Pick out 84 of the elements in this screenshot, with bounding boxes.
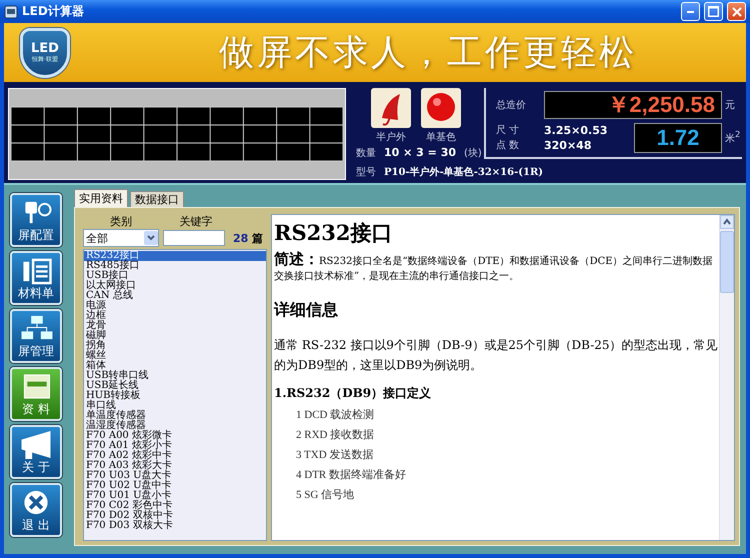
article-count: 28: [233, 232, 248, 244]
list-item[interactable]: F70 A01 炫彩小卡: [84, 441, 266, 451]
maximize-icon: [708, 6, 719, 17]
list-item[interactable]: 磁脚: [84, 331, 266, 341]
list-item[interactable]: 拐角: [84, 341, 266, 351]
keyword-label: 关键字: [178, 214, 214, 229]
price-label: 总造价: [496, 98, 527, 112]
subsection-heading: 1.RS232（DB9）接口定义: [274, 385, 432, 402]
list-item[interactable]: 温湿度传感器: [84, 421, 266, 431]
price-unit: 元: [724, 99, 736, 112]
article-paragraph: 通常 RS-232 接口以9个引脚（DB-9）或是25个引脚（DB-25）的型态出现，常见的为DB9型的，这里以DB9为例说明。: [274, 337, 719, 374]
slogan: 做屏不求人，工作更轻松: [218, 32, 638, 75]
size-label: 尺 寸: [496, 124, 520, 137]
close-icon: [732, 6, 742, 16]
category-label: 类别: [109, 214, 133, 229]
dot-button[interactable]: [421, 88, 461, 128]
section-heading: 详细信息: [274, 300, 339, 321]
list-item[interactable]: CAN 总线: [84, 291, 266, 301]
list-item[interactable]: F70 D03 双核大卡: [84, 521, 266, 531]
quantity-value: 10 × 3 = 30: [384, 146, 456, 159]
model-value: P10-半户外-单基色-32×16-(1R): [384, 165, 543, 178]
nav-button[interactable]: 资 料: [10, 367, 62, 421]
app-icon: [4, 4, 18, 18]
price-display: ￥2,250.58: [544, 91, 722, 119]
list-item[interactable]: 边框: [84, 311, 266, 321]
pixel-count-label: 点 数: [496, 138, 520, 152]
scroll-thumb[interactable]: [720, 231, 734, 293]
list-item[interactable]: USB延长线: [84, 381, 266, 391]
option-label: 单基色: [426, 130, 456, 144]
nav-button[interactable]: 关 于: [10, 425, 62, 479]
list-item[interactable]: F70 U03 U盘大卡: [84, 471, 266, 481]
nav-button[interactable]: 退 出: [10, 483, 62, 537]
logo-text: LED: [31, 42, 59, 56]
list-item[interactable]: RS232接口: [84, 251, 266, 261]
model-label: 型号: [356, 166, 376, 178]
category-dropdown[interactable]: 全部: [83, 229, 159, 247]
megaphone-icon: [19, 430, 53, 459]
list-item[interactable]: F70 C02 彩色中卡: [84, 501, 266, 511]
pin-definition: 4 DTR 数据终端准备好: [296, 468, 407, 482]
article-list[interactable]: [83, 249, 267, 541]
article-title: RS232接口: [274, 219, 394, 247]
minimize-icon: [687, 10, 694, 12]
count-unit: 篇: [251, 232, 264, 244]
list-item[interactable]: 串口线: [84, 401, 266, 411]
list-item[interactable]: F70 D02 双核中卡: [84, 511, 266, 521]
list-item[interactable]: 螺丝: [84, 351, 266, 361]
list-item[interactable]: 龙骨: [84, 321, 266, 331]
nav-button[interactable]: 屏管理: [10, 309, 62, 363]
close-button[interactable]: [727, 2, 746, 21]
vertical-scrollbar[interactable]: [719, 215, 734, 540]
list-item[interactable]: USB转串口线: [84, 371, 266, 381]
list-item[interactable]: F70 U02 U盘中卡: [84, 481, 266, 491]
maximize-button[interactable]: [704, 2, 723, 21]
list-item[interactable]: F70 A03 炫彩大卡: [84, 461, 266, 471]
umbrella-button[interactable]: [371, 88, 411, 128]
pin-definition: 5 SG 信号地: [296, 488, 356, 502]
tab[interactable]: 数据接口: [130, 191, 184, 207]
list-item[interactable]: 单温度传感器: [84, 411, 266, 421]
list-item[interactable]: USB接口: [84, 271, 266, 281]
list-item[interactable]: RS485接口: [84, 261, 266, 271]
list-item[interactable]: 箱体: [84, 361, 266, 371]
list-item[interactable]: F70 A00 炫彩微卡: [84, 431, 266, 441]
nav-button[interactable]: 材料单: [10, 251, 62, 305]
list-item[interactable]: HUB转接板: [84, 391, 266, 401]
list-item[interactable]: 以太网接口: [84, 281, 266, 291]
minimize-button[interactable]: [681, 2, 700, 21]
list-item[interactable]: F70 A02 炫彩中卡: [84, 451, 266, 461]
list-item[interactable]: 电源: [84, 301, 266, 311]
quantity-label: 数量: [356, 146, 376, 160]
quantity-unit: (块): [464, 146, 482, 160]
size-value: 3.25×0.53: [544, 124, 608, 136]
keyword-field[interactable]: [163, 230, 225, 246]
area-unit: 米$^{2}$: [724, 129, 742, 146]
pixel-count-value: 320×48: [544, 138, 592, 152]
tab[interactable]: 实用资料: [74, 189, 128, 207]
area-display: 1.72: [634, 122, 722, 152]
window-title: LED计算器: [22, 3, 85, 20]
list-item[interactable]: F70 U01 U盘小卡: [84, 491, 266, 501]
pin-definition: 3 TXD 发送数据: [296, 448, 374, 462]
article-summary: 简述：RS232接口全名是“数据终端设备（DTE）和数据通讯设备（DCE）之间串行二进制数据交换接口技术标准”，是现在主流的串行通信接口之一。: [274, 252, 714, 284]
option-label: 半户外: [376, 130, 406, 144]
pin-definition: 1 DCD 载波检测: [296, 408, 376, 422]
pin-definition: 2 RXD 接收数据: [296, 428, 376, 442]
nav-button[interactable]: 屏配置: [10, 193, 62, 247]
